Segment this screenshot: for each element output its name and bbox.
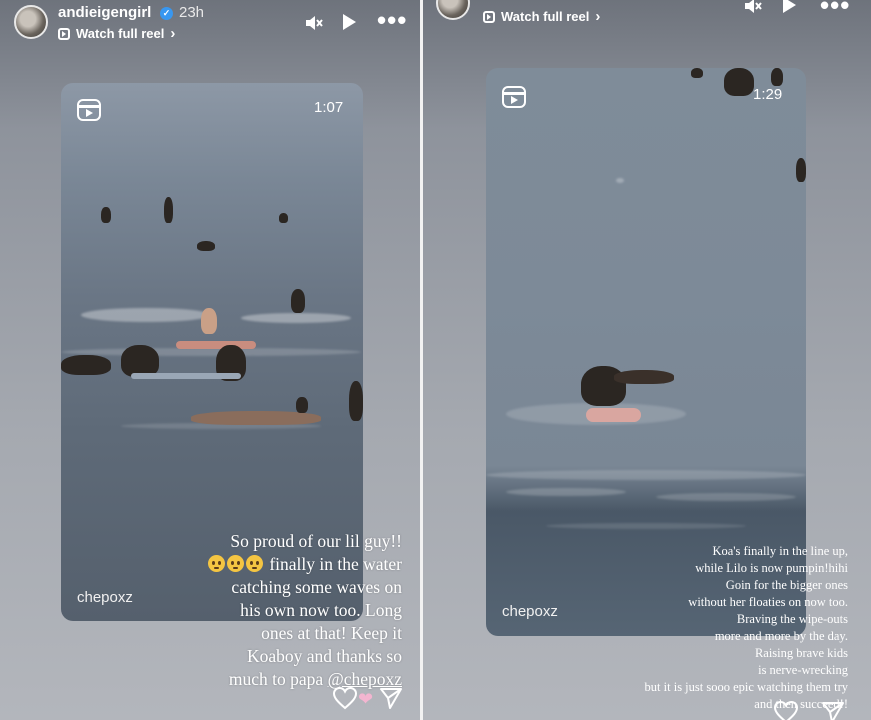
surfer xyxy=(349,381,363,421)
video-duration: 1:29 xyxy=(753,86,783,103)
speaker-muted-icon[interactable] xyxy=(743,0,763,16)
more-dots-icon[interactable]: ••• xyxy=(377,7,407,33)
chevron-right-icon: › xyxy=(170,25,176,42)
pleading-face-icon xyxy=(226,555,244,572)
story-caption: Koa's finally in the line up, while Lilo… xyxy=(573,543,848,713)
caption-line: more and more by the day. xyxy=(714,629,848,643)
surfer xyxy=(296,397,308,413)
caption-line: without her floaties on now too. xyxy=(688,595,848,609)
wave xyxy=(486,470,806,480)
video-credit[interactable]: chepoxz xyxy=(77,589,133,606)
reel-icon xyxy=(502,86,526,108)
caption-line: Koa's finally in the line up, xyxy=(712,544,848,558)
wave xyxy=(81,308,211,322)
caption-line: but it is just sooo epic watching them t… xyxy=(644,680,848,694)
caption-line: Raising brave kids xyxy=(754,646,848,660)
video-duration: 1:07 xyxy=(314,99,344,116)
caption-line: and then succeed!! xyxy=(754,697,848,711)
surfer xyxy=(197,241,215,251)
wave xyxy=(546,523,746,529)
caption-line-emoji: finally in the water xyxy=(180,553,402,576)
surfboard xyxy=(586,408,641,422)
caption-line: finally in the water xyxy=(264,554,402,574)
wave xyxy=(656,493,796,501)
watch-full-reel-link[interactable]: Watch full reel › xyxy=(483,8,600,25)
pleading-face-icon xyxy=(207,555,225,572)
caption-line: So proud of our lil guy!! xyxy=(230,531,402,551)
caption-line: Goin for the bigger ones xyxy=(725,578,848,592)
caption-line: much to papa xyxy=(228,669,328,689)
reel-small-icon xyxy=(483,10,495,23)
play-icon[interactable] xyxy=(783,0,796,13)
surfer xyxy=(279,213,288,223)
wave xyxy=(241,313,351,323)
surfer xyxy=(201,308,217,334)
reel-small-icon xyxy=(58,27,70,40)
watch-full-reel-label: Watch full reel xyxy=(501,9,590,24)
speaker-muted-icon[interactable] xyxy=(304,13,324,33)
story-panel-left: andieigengirl ✓ 23h Watch full reel › ••… xyxy=(0,0,420,720)
swimmer xyxy=(724,68,754,96)
wave xyxy=(506,488,626,496)
wave xyxy=(61,348,361,356)
child-swimmer xyxy=(614,370,674,384)
avatar[interactable] xyxy=(14,5,48,39)
heart-icon[interactable] xyxy=(773,700,799,720)
caption-line: Braving the wipe-outs xyxy=(736,612,848,626)
surfboard xyxy=(131,373,241,379)
verified-badge-icon: ✓ xyxy=(160,7,173,20)
surfer xyxy=(191,411,321,425)
surfboard xyxy=(176,341,256,349)
more-dots-icon[interactable]: ••• xyxy=(820,0,850,18)
story-panel-right: Watch full reel › ••• 1:29 chepoxz Koa's… xyxy=(423,0,871,720)
username[interactable]: andieigengirl xyxy=(58,4,151,21)
video-credit[interactable]: chepoxz xyxy=(502,603,558,620)
heart-icon[interactable] xyxy=(332,686,358,710)
swimmer xyxy=(771,68,783,86)
wave xyxy=(616,178,624,183)
caption-line: his own now too. Long xyxy=(240,600,402,620)
caption-line: Koaboy and thanks so xyxy=(246,646,402,666)
caption-line: while Lilo is now pumpin!hihi xyxy=(695,561,848,575)
caption-line: ones at that! Keep it xyxy=(261,623,402,643)
caption-line: is nerve-wrecking xyxy=(758,663,848,677)
watch-full-reel-label: Watch full reel xyxy=(76,26,165,41)
caption-line: catching some waves on xyxy=(231,577,402,597)
pleading-face-icon xyxy=(245,555,263,572)
sparkle-heart-sticker: ❤ xyxy=(358,689,374,709)
story-caption: So proud of our lil guy!! finally in the… xyxy=(180,530,402,691)
avatar[interactable] xyxy=(436,0,470,20)
surfer xyxy=(61,355,111,375)
post-time: 23h xyxy=(179,4,205,21)
surfer xyxy=(164,197,173,223)
caption-line-mention: much to papa @chepoxz xyxy=(180,668,402,691)
surfer xyxy=(101,207,111,223)
swimmer xyxy=(796,158,806,182)
surfer xyxy=(291,289,305,313)
play-icon[interactable] xyxy=(343,14,356,30)
send-icon[interactable] xyxy=(821,700,845,720)
swimmer xyxy=(691,68,703,78)
reel-icon xyxy=(77,99,101,121)
chevron-right-icon: › xyxy=(595,8,601,25)
watch-full-reel-link[interactable]: Watch full reel › xyxy=(58,25,175,42)
send-icon[interactable] xyxy=(379,686,403,710)
